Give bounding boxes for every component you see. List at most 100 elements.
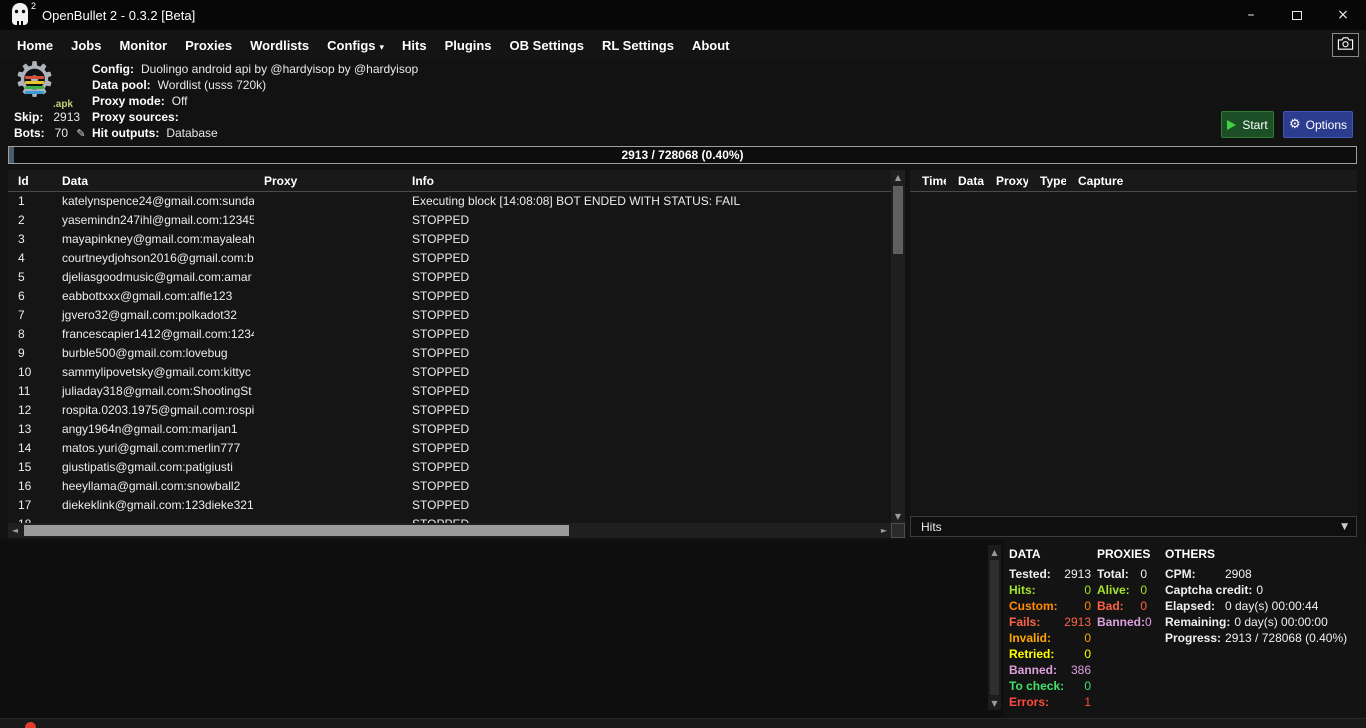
job-field-proxy-mode-: Proxy mode:Off [92, 94, 187, 110]
cell-proxy [254, 306, 402, 325]
cell-proxy [254, 268, 402, 287]
column-header-type[interactable]: Type [1028, 170, 1066, 191]
edit-pencil-icon[interactable]: ✎ [76, 127, 85, 140]
scroll-left-icon[interactable]: ◄ [8, 523, 22, 538]
log-scroll-thumb[interactable] [990, 560, 999, 695]
menu-item-proxies[interactable]: Proxies [176, 33, 241, 58]
table-row[interactable]: 14matos.yuri@gmail.com:merlin777STOPPED [8, 439, 891, 458]
stat-fails: Fails:2913 [1009, 614, 1091, 630]
job-field-label: Proxy mode: [92, 94, 165, 108]
maximize-button[interactable] [1274, 0, 1320, 30]
table-row[interactable]: 5djeliasgoodmusic@gmail.com:amarSTOPPED [8, 268, 891, 287]
table-row[interactable]: 17diekeklink@gmail.com:123dieke321STOPPE… [8, 496, 891, 515]
menu-item-monitor[interactable]: Monitor [110, 33, 176, 58]
stat-label: Bad: [1097, 598, 1124, 614]
table-row[interactable]: 3mayapinkney@gmail.com:mayaleahSTOPPED [8, 230, 891, 249]
stat-banned: Banned:0 [1097, 614, 1147, 630]
window-title: OpenBullet 2 - 0.3.2 [Beta] [42, 8, 195, 23]
minimize-button[interactable]: – [1228, 0, 1274, 30]
table-row[interactable]: 2yasemindn247ihl@gmail.com:12345STOPPED [8, 211, 891, 230]
job-field-label: Proxy sources: [92, 110, 179, 124]
column-header-data[interactable]: Data [52, 170, 254, 191]
column-header-time[interactable]: Time [910, 170, 946, 191]
table-row[interactable]: 18STOPPED [8, 515, 891, 523]
stat-label: Captcha credit: [1165, 582, 1252, 598]
table-row[interactable]: 11juliaday318@gmail.com:ShootingStSTOPPE… [8, 382, 891, 401]
menu-item-about[interactable]: About [683, 33, 739, 58]
menu-item-configs[interactable]: Configs▾ [318, 33, 393, 58]
stat-cpm: CPM:2908 [1165, 566, 1364, 582]
cell-id: 18 [8, 515, 52, 523]
screenshot-button[interactable] [1332, 33, 1359, 57]
stat-elapsed: Elapsed:0 day(s) 00:00:44 [1165, 598, 1364, 614]
column-header-capture[interactable]: Capture [1066, 170, 1357, 191]
column-header-proxy[interactable]: Proxy [984, 170, 1028, 191]
column-header-id[interactable]: Id [8, 170, 52, 191]
menu-item-wordlists[interactable]: Wordlists [241, 33, 318, 58]
job-field-label: Config: [92, 62, 134, 76]
cell-proxy [254, 420, 402, 439]
scroll-down-icon[interactable]: ▼ [988, 696, 1001, 710]
stat-custom: Custom: 0 [1009, 598, 1091, 614]
stats-title-proxies: PROXIES [1097, 547, 1147, 561]
cell-info: Executing block [14:08:08] BOT ENDED WIT… [402, 192, 891, 211]
table-row[interactable]: 8francescapier1412@gmail.com:1234STOPPED [8, 325, 891, 344]
table-row[interactable]: 15giustipatis@gmail.com:patigiustiSTOPPE… [8, 458, 891, 477]
stat-value: 386 [1071, 662, 1091, 678]
start-button[interactable]: Start [1221, 111, 1274, 138]
column-header-info[interactable]: Info [402, 170, 891, 191]
menu-item-hits[interactable]: Hits [393, 33, 436, 58]
results-horizontal-scrollbar[interactable]: ◄ ► [8, 523, 891, 538]
stat-hits: Hits:0 [1009, 582, 1091, 598]
menu-item-rl-settings[interactable]: RL Settings [593, 33, 683, 58]
table-row[interactable]: 4courtneydjohson2016@gmail.com:bSTOPPED [8, 249, 891, 268]
skip-value: 2913 [53, 110, 80, 124]
log-scrollbar[interactable]: ▲ ▼ [988, 545, 1001, 710]
hits-panel: TimeDataProxyTypeCapture [910, 170, 1357, 516]
stat-value: 2913 / 728068 (0.40%) [1225, 631, 1347, 645]
cell-info: STOPPED [402, 344, 891, 363]
cell-id: 4 [8, 249, 52, 268]
table-row[interactable]: 7jgvero32@gmail.com:polkadot32STOPPED [8, 306, 891, 325]
stats-panel: DATATested:2913Hits:0Custom:0Fails:2913I… [1005, 540, 1366, 718]
cell-info: STOPPED [402, 458, 891, 477]
stat-value: 0 [1084, 598, 1091, 614]
cell-proxy [254, 211, 402, 230]
vertical-scroll-thumb[interactable] [893, 186, 903, 254]
stat-value: 0 [1256, 583, 1263, 597]
scroll-up-icon[interactable]: ▲ [891, 170, 905, 184]
scroll-up-icon[interactable]: ▲ [988, 545, 1001, 559]
cell-id: 1 [8, 192, 52, 211]
start-button-label: Start [1242, 118, 1267, 132]
table-row[interactable]: 12rospita.0203.1975@gmail.com:rospiSTOPP… [8, 401, 891, 420]
stat-value: 0 [1084, 678, 1091, 694]
options-button[interactable]: ⚙ Options [1283, 111, 1353, 138]
table-row[interactable]: 13angy1964n@gmail.com:marijan1STOPPED [8, 420, 891, 439]
results-vertical-scrollbar[interactable]: ▲ ▼ [891, 170, 905, 523]
cell-data: jgvero32@gmail.com:polkadot32 [52, 306, 254, 325]
column-header-data[interactable]: Data [946, 170, 984, 191]
stat-label: Custom: [1009, 598, 1058, 614]
close-button[interactable]: × [1320, 0, 1366, 30]
menu-item-ob-settings[interactable]: OB Settings [501, 33, 593, 58]
table-row[interactable]: 16heeyllama@gmail.com:snowball2STOPPED [8, 477, 891, 496]
stat-value: 0 [1084, 582, 1091, 598]
error-icon [25, 722, 36, 728]
menu-item-jobs[interactable]: Jobs [62, 33, 110, 58]
cell-data: heeyllama@gmail.com:snowball2 [52, 477, 254, 496]
chevron-down-icon: ▾ [380, 43, 385, 53]
table-row[interactable]: 6eabbottxxx@gmail.com:alfie123STOPPED [8, 287, 891, 306]
table-row[interactable]: 9burble500@gmail.com:lovebugSTOPPED [8, 344, 891, 363]
column-header-proxy[interactable]: Proxy [254, 170, 402, 191]
stat-value: 0 [1084, 646, 1091, 662]
scroll-down-icon[interactable]: ▼ [891, 509, 905, 523]
menu-item-plugins[interactable]: Plugins [436, 33, 501, 58]
openbullet-logo-icon: 2 [9, 2, 33, 28]
cell-id: 10 [8, 363, 52, 382]
table-row[interactable]: 1katelynspence24@gmail.com:sundaExecutin… [8, 192, 891, 211]
hits-filter-dropdown[interactable]: Hits ▼ [910, 516, 1357, 537]
table-row[interactable]: 10sammylipovetsky@gmail.com:kittycSTOPPE… [8, 363, 891, 382]
scroll-right-icon[interactable]: ► [877, 523, 891, 538]
stat-label: Total: [1097, 566, 1129, 582]
horizontal-scroll-thumb[interactable] [24, 525, 569, 536]
